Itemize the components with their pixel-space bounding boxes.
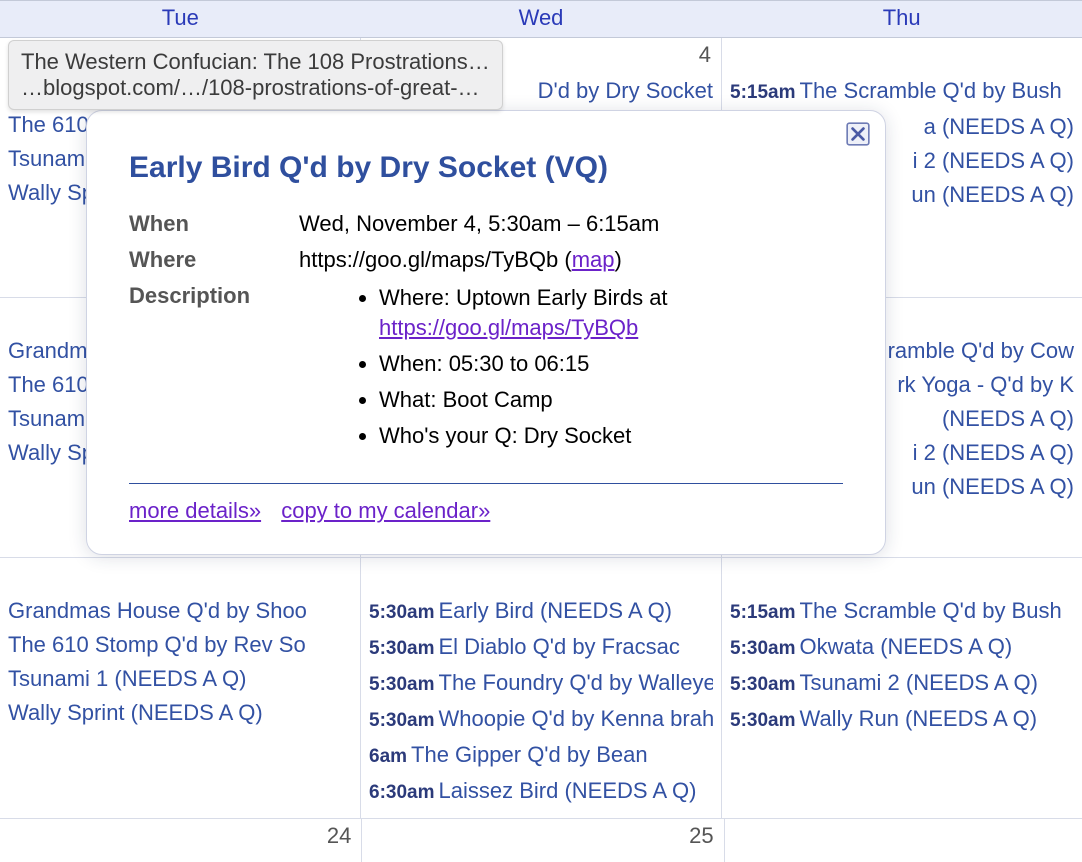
event-title: El Diablo Q'd by Fracsac — [439, 634, 680, 659]
where-value: https://goo.gl/maps/TyBQb (map) — [299, 247, 843, 273]
calendar-event[interactable]: Wally Sprint (NEEDS A Q) — [8, 696, 352, 730]
date-number[interactable]: 4 — [699, 42, 711, 68]
date-number[interactable]: 25 — [689, 823, 713, 849]
event-time: 6:30am — [369, 782, 435, 803]
weekday-header-wed[interactable]: Wed — [361, 1, 722, 37]
when-label: When — [129, 211, 299, 237]
event-title: The Foundry Q'd by Walleye — [439, 670, 714, 695]
desc-item-who: Who's your Q: Dry Socket — [379, 421, 843, 451]
map-link[interactable]: map — [572, 247, 615, 272]
calendar-event[interactable]: 5:15amThe Scramble Q'd by Bush — [730, 74, 1074, 110]
weekday-header-thu[interactable]: Thu — [721, 1, 1082, 37]
event-time: 5:30am — [369, 638, 435, 659]
browser-tab-tooltip: The Western Confucian: The 108 Prostrati… — [8, 40, 503, 110]
when-value: Wed, November 4, 5:30am – 6:15am — [299, 211, 843, 237]
where-url-text: https://goo.gl/maps/TyBQb ( — [299, 247, 572, 272]
desc-item-where: Where: Uptown Early Birds at https://goo… — [379, 283, 843, 343]
day-cell-thu-3[interactable]: 5:15amThe Scramble Q'd by Bush 5:30amOkw… — [722, 558, 1082, 818]
event-time: 6am — [369, 746, 407, 767]
day-cell-tue-3[interactable]: Grandmas House Q'd by Shoo The 610 Stomp… — [0, 558, 361, 818]
description-label: Description — [129, 283, 299, 309]
day-cell-thu-4[interactable] — [725, 819, 1082, 862]
event-title: Okwata (NEEDS A Q) — [800, 634, 1013, 659]
event-time: 5:30am — [369, 674, 435, 695]
week-row-4: 24 25 — [0, 819, 1082, 862]
day-cell-wed-3[interactable]: 5:30amEarly Bird (NEEDS A Q) 5:30amEl Di… — [361, 558, 722, 818]
event-title: The Gipper Q'd by Bean — [411, 742, 648, 767]
calendar-event[interactable]: 5:30amWhoopie Q'd by Kenna brah — [369, 702, 713, 738]
date-number[interactable]: 24 — [327, 823, 351, 849]
event-time: 5:30am — [369, 710, 435, 731]
weekday-header-tue[interactable]: Tue — [0, 1, 361, 37]
description-list: Where: Uptown Early Birds at https://goo… — [379, 283, 843, 451]
event-detail-popup: Early Bird Q'd by Dry Socket (VQ) When W… — [86, 110, 886, 555]
calendar-event[interactable]: 6:30amLaissez Bird (NEEDS A Q) — [369, 774, 713, 810]
description-value: Where: Uptown Early Birds at https://goo… — [299, 283, 843, 457]
week-row-3: Grandmas House Q'd by Shoo The 610 Stomp… — [0, 558, 1082, 819]
day-cell-wed-4[interactable]: 25 — [362, 819, 724, 862]
calendar-event[interactable]: The 610 Stomp Q'd by Rev So — [8, 628, 352, 662]
event-time: 5:15am — [730, 602, 796, 623]
calendar-event[interactable]: Grandmas House Q'd by Shoo — [8, 594, 352, 628]
event-time: 5:30am — [730, 638, 796, 659]
event-title: Laissez Bird (NEEDS A Q) — [439, 778, 697, 803]
event-title: Wally Run (NEEDS A Q) — [800, 706, 1038, 731]
popup-actions: more details» copy to my calendar» — [129, 498, 843, 524]
calendar-event[interactable]: 5:30amEarly Bird (NEEDS A Q) — [369, 594, 713, 630]
weekday-header-row: Tue Wed Thu — [0, 0, 1082, 38]
calendar-event[interactable]: 5:30amEl Diablo Q'd by Fracsac — [369, 630, 713, 666]
where-suffix: ) — [614, 247, 621, 272]
event-title: Early Bird (NEEDS A Q) — [439, 598, 673, 623]
calendar-event[interactable]: 5:30amWally Run (NEEDS A Q) — [730, 702, 1074, 738]
day-cell-tue-4[interactable]: 24 — [0, 819, 362, 862]
desc-item-when: When: 05:30 to 06:15 — [379, 349, 843, 379]
where-label: Where — [129, 247, 299, 273]
more-details-link[interactable]: more details» — [129, 498, 261, 523]
desc-where-link[interactable]: https://goo.gl/maps/TyBQb — [379, 315, 638, 340]
calendar-event[interactable]: 5:30amThe Foundry Q'd by Walleye — [369, 666, 713, 702]
popup-divider — [129, 483, 843, 484]
close-button[interactable] — [845, 121, 871, 147]
event-popup-title: Early Bird Q'd by Dry Socket (VQ) — [129, 151, 843, 185]
calendar-event[interactable]: 6amThe Gipper Q'd by Bean — [369, 738, 713, 774]
calendar-event[interactable]: 5:15amThe Scramble Q'd by Bush — [730, 594, 1074, 630]
event-title: Whoopie Q'd by Kenna brah — [439, 706, 714, 731]
close-icon — [845, 121, 871, 147]
tooltip-title: The Western Confucian: The 108 Prostrati… — [21, 49, 490, 75]
event-time: 5:15am — [730, 82, 796, 103]
desc-where-prefix: Where: Uptown Early Birds at — [379, 285, 668, 310]
popup-when-row: When Wed, November 4, 5:30am – 6:15am — [129, 211, 843, 237]
tooltip-url: …blogspot.com/…/108-prostrations-of-grea… — [21, 75, 490, 101]
desc-item-what: What: Boot Camp — [379, 385, 843, 415]
calendar-event[interactable]: 5:30amTsunami 2 (NEEDS A Q) — [730, 666, 1074, 702]
event-title: Tsunami 2 (NEEDS A Q) — [800, 670, 1038, 695]
popup-where-row: Where https://goo.gl/maps/TyBQb (map) — [129, 247, 843, 273]
calendar-event[interactable]: Tsunami 1 (NEEDS A Q) — [8, 662, 352, 696]
event-title: The Scramble Q'd by Bush — [800, 78, 1062, 103]
calendar-grid: Tue Wed Thu Grandma The 610 S Tsunami Wa… — [0, 0, 1082, 862]
calendar-event[interactable]: 5:30amOkwata (NEEDS A Q) — [730, 630, 1074, 666]
event-time: 5:30am — [730, 674, 796, 695]
copy-to-calendar-link[interactable]: copy to my calendar» — [281, 498, 490, 523]
event-time: 5:30am — [369, 602, 435, 623]
event-time: 5:30am — [730, 710, 796, 731]
event-title: The Scramble Q'd by Bush — [800, 598, 1062, 623]
popup-description-row: Description Where: Uptown Early Birds at… — [129, 283, 843, 457]
